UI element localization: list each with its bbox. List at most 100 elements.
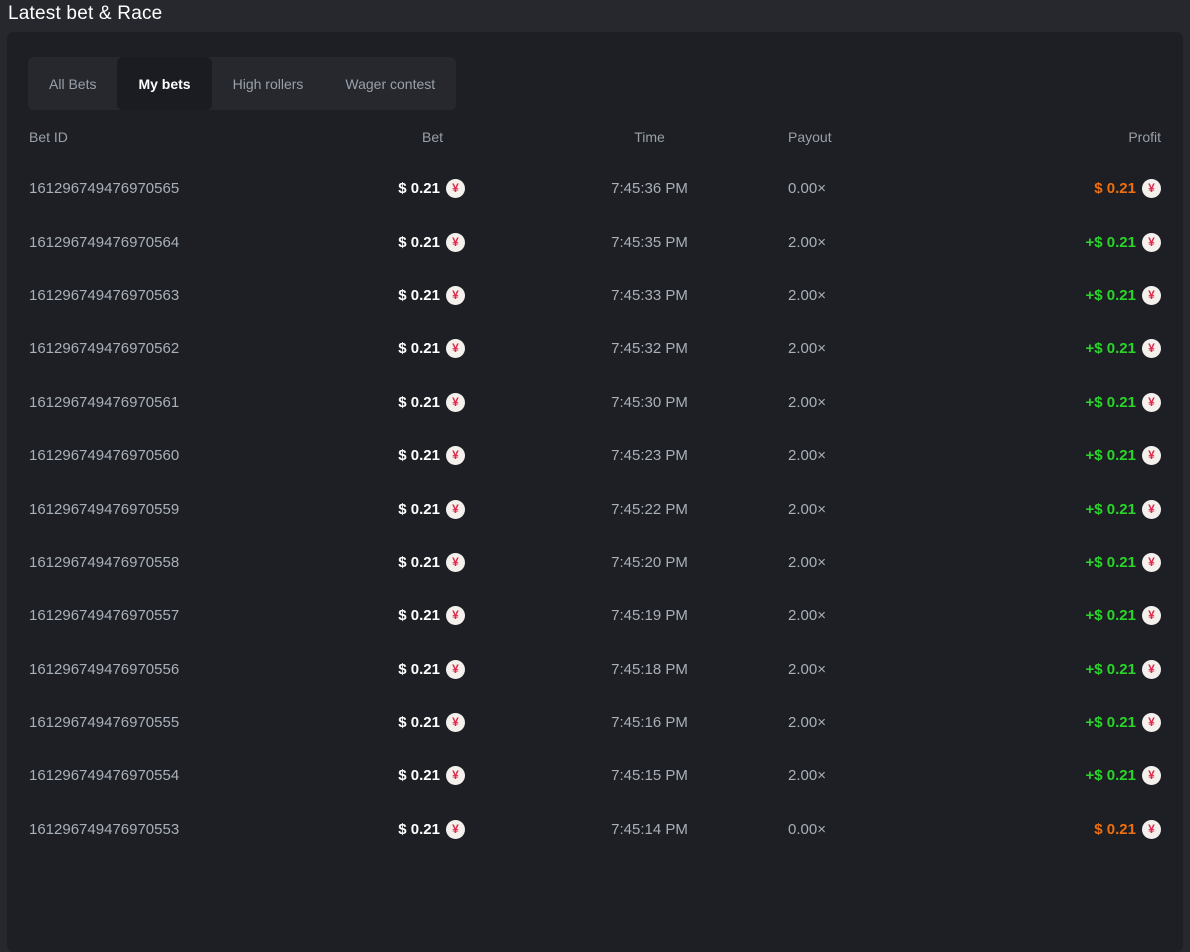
table-row[interactable]: 161296749476970563 $ 0.21 ¥ 7:45:33 PM 2… — [7, 269, 1183, 322]
bet-id-cell: 161296749476970555 — [29, 714, 339, 731]
yen-coin-icon: ¥ — [1142, 713, 1161, 732]
time-cell: 7:45:14 PM — [465, 821, 788, 838]
time-cell: 7:45:30 PM — [465, 394, 788, 411]
payout-cell: 2.00× — [788, 607, 929, 624]
table-row[interactable]: 161296749476970561 $ 0.21 ¥ 7:45:30 PM 2… — [7, 376, 1183, 429]
time-cell: 7:45:15 PM — [465, 767, 788, 784]
bet-amount: $ 0.21 — [398, 501, 440, 518]
payout-cell: 0.00× — [788, 180, 929, 197]
profit-amount: $ 0.21 — [1094, 821, 1136, 838]
bet-cell: $ 0.21 ¥ — [339, 286, 465, 305]
yen-coin-icon: ¥ — [446, 393, 465, 412]
tab-high-rollers[interactable]: High rollers — [212, 57, 325, 110]
profit-cell: +$ 0.21 ¥ — [929, 553, 1161, 572]
bet-id-cell: 161296749476970563 — [29, 287, 339, 304]
bet-id-cell: 161296749476970561 — [29, 394, 339, 411]
table-row[interactable]: 161296749476970557 $ 0.21 ¥ 7:45:19 PM 2… — [7, 589, 1183, 642]
payout-cell: 2.00× — [788, 501, 929, 518]
bet-amount: $ 0.21 — [398, 394, 440, 411]
bet-cell: $ 0.21 ¥ — [339, 233, 465, 252]
payout-cell: 2.00× — [788, 234, 929, 251]
profit-amount: +$ 0.21 — [1086, 447, 1136, 464]
profit-amount: +$ 0.21 — [1086, 234, 1136, 251]
yen-coin-icon: ¥ — [1142, 553, 1161, 572]
yen-coin-icon: ¥ — [446, 286, 465, 305]
page-title: Latest bet & Race — [8, 3, 162, 25]
payout-cell: 2.00× — [788, 394, 929, 411]
column-header-profit: Profit — [929, 129, 1161, 145]
profit-cell: $ 0.21 ¥ — [929, 820, 1161, 839]
bet-id-cell: 161296749476970554 — [29, 767, 339, 784]
yen-coin-icon: ¥ — [1142, 233, 1161, 252]
bet-id-cell: 161296749476970558 — [29, 554, 339, 571]
bet-id-cell: 161296749476970553 — [29, 821, 339, 838]
bet-amount: $ 0.21 — [398, 340, 440, 357]
table-row[interactable]: 161296749476970565 $ 0.21 ¥ 7:45:36 PM 0… — [7, 162, 1183, 215]
table-row[interactable]: 161296749476970558 $ 0.21 ¥ 7:45:20 PM 2… — [7, 536, 1183, 589]
yen-coin-icon: ¥ — [446, 606, 465, 625]
bet-amount: $ 0.21 — [398, 821, 440, 838]
bet-id-cell: 161296749476970565 — [29, 180, 339, 197]
table-row[interactable]: 161296749476970562 $ 0.21 ¥ 7:45:32 PM 2… — [7, 322, 1183, 375]
bet-amount: $ 0.21 — [398, 180, 440, 197]
time-cell: 7:45:18 PM — [465, 661, 788, 678]
bet-id-cell: 161296749476970560 — [29, 447, 339, 464]
yen-coin-icon: ¥ — [1142, 286, 1161, 305]
bet-cell: $ 0.21 ¥ — [339, 766, 465, 785]
table-row[interactable]: 161296749476970555 $ 0.21 ¥ 7:45:16 PM 2… — [7, 696, 1183, 749]
table-row[interactable]: 161296749476970560 $ 0.21 ¥ 7:45:23 PM 2… — [7, 429, 1183, 482]
profit-cell: +$ 0.21 ¥ — [929, 660, 1161, 679]
yen-coin-icon: ¥ — [446, 660, 465, 679]
yen-coin-icon: ¥ — [446, 766, 465, 785]
tab-all-bets[interactable]: All Bets — [28, 57, 117, 110]
bet-cell: $ 0.21 ¥ — [339, 553, 465, 572]
bet-amount: $ 0.21 — [398, 661, 440, 678]
yen-coin-icon: ¥ — [1142, 179, 1161, 198]
time-cell: 7:45:20 PM — [465, 554, 788, 571]
bet-cell: $ 0.21 ¥ — [339, 393, 465, 412]
tab-my-bets[interactable]: My bets — [117, 57, 211, 110]
bet-id-cell: 161296749476970559 — [29, 501, 339, 518]
table-row[interactable]: 161296749476970559 $ 0.21 ¥ 7:45:22 PM 2… — [7, 482, 1183, 535]
profit-amount: +$ 0.21 — [1086, 767, 1136, 784]
profit-amount: +$ 0.21 — [1086, 554, 1136, 571]
profit-cell: +$ 0.21 ¥ — [929, 500, 1161, 519]
column-header-time: Time — [465, 129, 788, 145]
payout-cell: 2.00× — [788, 340, 929, 357]
tab-wager-contest[interactable]: Wager contest — [324, 57, 456, 110]
payout-cell: 2.00× — [788, 714, 929, 731]
profit-amount: +$ 0.21 — [1086, 661, 1136, 678]
yen-coin-icon: ¥ — [446, 713, 465, 732]
time-cell: 7:45:35 PM — [465, 234, 788, 251]
bet-amount: $ 0.21 — [398, 447, 440, 464]
profit-amount: +$ 0.21 — [1086, 607, 1136, 624]
profit-cell: +$ 0.21 ¥ — [929, 446, 1161, 465]
bet-id-cell: 161296749476970564 — [29, 234, 339, 251]
profit-cell: +$ 0.21 ¥ — [929, 339, 1161, 358]
bet-cell: $ 0.21 ¥ — [339, 446, 465, 465]
table-row[interactable]: 161296749476970553 $ 0.21 ¥ 7:45:14 PM 0… — [7, 803, 1183, 856]
table-row[interactable]: 161296749476970564 $ 0.21 ¥ 7:45:35 PM 2… — [7, 215, 1183, 268]
yen-coin-icon: ¥ — [1142, 500, 1161, 519]
payout-cell: 2.00× — [788, 661, 929, 678]
bet-id-cell: 161296749476970557 — [29, 607, 339, 624]
profit-cell: +$ 0.21 ¥ — [929, 393, 1161, 412]
latest-bets-panel: All Bets My bets High rollers Wager cont… — [7, 32, 1183, 952]
yen-coin-icon: ¥ — [446, 179, 465, 198]
table-row[interactable]: 161296749476970556 $ 0.21 ¥ 7:45:18 PM 2… — [7, 643, 1183, 696]
profit-amount: $ 0.21 — [1094, 180, 1136, 197]
yen-coin-icon: ¥ — [1142, 766, 1161, 785]
time-cell: 7:45:22 PM — [465, 501, 788, 518]
bet-cell: $ 0.21 ¥ — [339, 339, 465, 358]
bet-amount: $ 0.21 — [398, 607, 440, 624]
payout-cell: 2.00× — [788, 447, 929, 464]
table-row[interactable]: 161296749476970554 $ 0.21 ¥ 7:45:15 PM 2… — [7, 749, 1183, 802]
yen-coin-icon: ¥ — [446, 500, 465, 519]
yen-coin-icon: ¥ — [1142, 393, 1161, 412]
bet-table-body: 161296749476970565 $ 0.21 ¥ 7:45:36 PM 0… — [7, 162, 1183, 856]
profit-amount: +$ 0.21 — [1086, 394, 1136, 411]
profit-amount: +$ 0.21 — [1086, 501, 1136, 518]
bet-cell: $ 0.21 ¥ — [339, 500, 465, 519]
bet-id-cell: 161296749476970556 — [29, 661, 339, 678]
bet-cell: $ 0.21 ¥ — [339, 660, 465, 679]
